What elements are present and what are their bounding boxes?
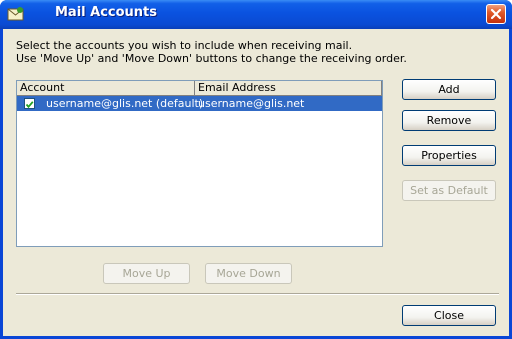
remove-button[interactable]: Remove [402,110,496,131]
move-up-button[interactable]: Move Up [103,263,190,284]
set-as-default-button-label: Set as Default [410,184,488,197]
move-up-button-label: Move Up [122,267,171,280]
properties-button-label: Properties [421,149,477,162]
close-button[interactable]: Close [402,305,496,326]
separator [16,293,499,295]
instructions-line-1: Select the accounts you wish to include … [16,39,353,52]
accounts-list[interactable]: Account Email Address username@glis.net … [16,80,383,247]
checkmark-icon [25,101,34,109]
mail-accounts-icon [7,6,24,22]
move-down-button-label: Move Down [216,267,281,280]
close-button-label: Close [434,309,464,322]
account-checkbox[interactable] [24,98,35,109]
email-address-cell: username@glis.net [198,97,305,110]
window-title: Mail Accounts [55,5,158,20]
title-bar[interactable]: Mail Accounts [0,0,512,29]
set-as-default-button[interactable]: Set as Default [402,180,496,201]
properties-button[interactable]: Properties [402,145,496,166]
column-header-account[interactable]: Account [17,81,195,96]
dialog-body: Select the accounts you wish to include … [3,29,509,336]
close-window-button[interactable] [486,4,506,24]
instructions-line-2: Use 'Move Up' and 'Move Down' buttons to… [16,52,407,65]
add-button-label: Add [438,83,460,96]
add-button[interactable]: Add [402,79,496,100]
remove-button-label: Remove [426,114,472,127]
table-row[interactable]: username@glis.net (default) username@gli… [17,96,382,111]
mail-accounts-window: Mail Accounts Select the accounts you wi… [0,0,512,339]
account-name-cell: username@glis.net (default) [46,97,204,110]
move-down-button[interactable]: Move Down [205,263,292,284]
column-header-email[interactable]: Email Address [195,81,382,96]
close-icon [490,8,502,20]
instructions: Select the accounts you wish to include … [16,39,407,65]
